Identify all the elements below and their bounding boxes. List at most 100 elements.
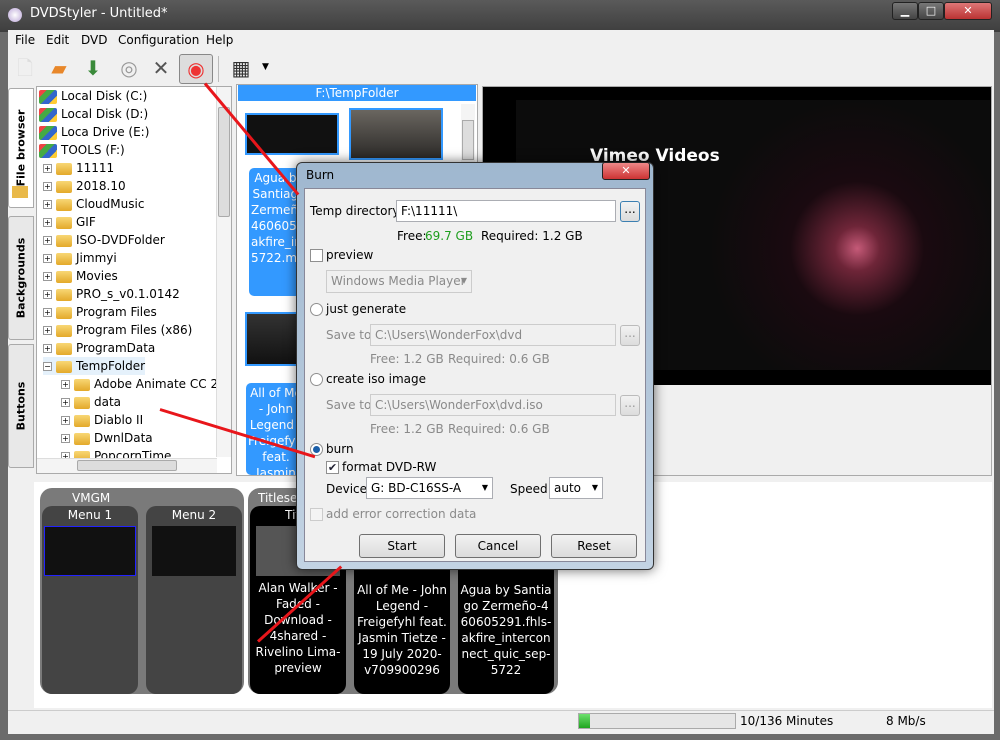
- disc-usage-progress: [578, 713, 736, 729]
- tree-item-label: Jimmyi: [76, 251, 117, 265]
- generate-browse-button[interactable]: ...: [620, 325, 640, 346]
- menu-thumbnail: [44, 526, 136, 576]
- expand-icon[interactable]: +: [61, 380, 70, 389]
- tree-item[interactable]: + CloudMusic: [43, 195, 144, 213]
- tree-vscrollbar[interactable]: [216, 87, 231, 457]
- tree-item[interactable]: + ISO-DVDFolder: [43, 231, 165, 249]
- folder-icon: [74, 378, 90, 391]
- tree-item[interactable]: +11111: [43, 159, 114, 177]
- tree-item[interactable]: +2018.10: [43, 177, 126, 195]
- expand-icon[interactable]: +: [61, 416, 70, 425]
- generate-path-input[interactable]: C:\Users\WonderFox\dvd: [370, 324, 616, 346]
- player-select[interactable]: Windows Media Player ▼: [326, 270, 472, 293]
- error-correction-checkbox[interactable]: [310, 508, 323, 521]
- expand-icon[interactable]: +: [61, 434, 70, 443]
- title-name: All of Me - John Legend - Freigefyhl fea…: [357, 583, 447, 677]
- expand-icon[interactable]: +: [43, 254, 52, 263]
- tree-item-label: Local Disk (C:): [61, 89, 148, 103]
- dialog-close-button[interactable]: ✕: [602, 162, 650, 180]
- tree-item[interactable]: + Jimmyi: [43, 249, 117, 267]
- menu-edit[interactable]: Edit: [46, 33, 69, 47]
- video-thumbnail[interactable]: [349, 108, 443, 160]
- temp-directory-input[interactable]: F:\11111\: [396, 200, 616, 222]
- open-icon[interactable]: ▰: [44, 54, 74, 84]
- settings-disc-icon[interactable]: ◎: [114, 54, 144, 84]
- tree-item[interactable]: TOOLS (F:): [39, 141, 125, 159]
- tree-item-label: PRO_s_v0.1.0142: [76, 287, 180, 301]
- expand-icon[interactable]: +: [43, 164, 52, 173]
- cancel-button[interactable]: Cancel: [455, 534, 541, 558]
- drive-icon: [39, 107, 57, 122]
- start-button[interactable]: Start: [359, 534, 445, 558]
- folder-icon: [56, 180, 72, 193]
- new-icon[interactable]: 🗋: [10, 54, 40, 84]
- create-iso-label: create iso image: [326, 372, 427, 386]
- add-video-icon[interactable]: ▦: [226, 54, 256, 84]
- tree-item[interactable]: + data: [61, 393, 121, 411]
- tree-item[interactable]: Local Disk (C:): [39, 87, 147, 105]
- tree-item[interactable]: + GIF: [43, 213, 96, 231]
- device-label: Device:: [326, 482, 372, 496]
- expand-icon[interactable]: +: [43, 326, 52, 335]
- save-icon[interactable]: ⬇: [78, 54, 108, 84]
- tree-item[interactable]: − TempFolder: [43, 357, 146, 375]
- tree-item[interactable]: Loca Drive (E:): [39, 123, 149, 141]
- tree-item[interactable]: Local Disk (D:): [39, 105, 148, 123]
- preview-checkbox[interactable]: [310, 249, 323, 262]
- tree-item[interactable]: + Diablo II: [61, 411, 143, 429]
- minimize-button[interactable]: ▁: [892, 2, 918, 20]
- menu-file[interactable]: File: [15, 33, 35, 47]
- tree-item-label: 2018.10: [76, 179, 126, 193]
- expand-icon[interactable]: +: [61, 398, 70, 407]
- tree-item[interactable]: + Program Files: [43, 303, 157, 321]
- menu-card[interactable]: Menu 2: [146, 506, 242, 694]
- tree-item[interactable]: + Program Files (x86): [43, 321, 192, 339]
- menu-configuration[interactable]: Configuration: [118, 33, 199, 47]
- tree-item[interactable]: + Movies: [43, 267, 118, 285]
- expand-icon[interactable]: +: [43, 344, 52, 353]
- menu-bar: File Edit DVD Configuration Help: [8, 30, 994, 50]
- expand-icon[interactable]: −: [43, 362, 52, 371]
- expand-icon[interactable]: +: [43, 308, 52, 317]
- speed-label: Speed:: [510, 482, 552, 496]
- tab-backgrounds[interactable]: Backgrounds: [8, 216, 34, 340]
- expand-icon[interactable]: +: [43, 290, 52, 299]
- expand-icon[interactable]: +: [43, 218, 52, 227]
- iso-save-to-label: Save to:: [326, 398, 376, 412]
- tree-item-label: Loca Drive (E:): [61, 125, 150, 139]
- bitrate-readout: 8 Mb/s: [886, 714, 926, 728]
- add-video-dropdown[interactable]: ▼: [262, 62, 269, 72]
- file-tree[interactable]: Local Disk (C:) Local Disk (D:) Loca Drive…: [36, 86, 232, 474]
- tree-item[interactable]: + DwnlData: [61, 429, 153, 447]
- menu-card[interactable]: Menu 1: [42, 506, 138, 694]
- reset-button[interactable]: Reset: [551, 534, 637, 558]
- tree-item[interactable]: + ProgramData: [43, 339, 155, 357]
- expand-icon[interactable]: +: [43, 182, 52, 191]
- format-dvd-rw-checkbox[interactable]: ✔: [326, 461, 339, 474]
- create-iso-radio[interactable]: [310, 373, 323, 386]
- iso-path-input[interactable]: C:\Users\WonderFox\dvd.iso: [370, 394, 616, 416]
- tree-item-label: 11111: [76, 161, 115, 175]
- menu-thumbnail: [152, 526, 236, 576]
- just-generate-radio[interactable]: [310, 303, 323, 316]
- tools-icon[interactable]: ✕: [146, 54, 176, 84]
- expand-icon[interactable]: +: [43, 272, 52, 281]
- menu-dvd[interactable]: DVD: [81, 33, 107, 47]
- speed-select[interactable]: auto ▼: [549, 477, 603, 499]
- device-select[interactable]: G: BD-C16SS-A ▼: [366, 477, 493, 499]
- tab-buttons[interactable]: Buttons: [8, 344, 34, 468]
- tree-item[interactable]: + Adobe Animate CC 20: [61, 375, 226, 393]
- tree-hscrollbar[interactable]: [37, 458, 217, 473]
- burn-icon[interactable]: ◉: [179, 54, 213, 84]
- window-title: DVDStyler - Untitled*: [30, 6, 168, 21]
- iso-browse-button[interactable]: ...: [620, 395, 640, 416]
- expand-icon[interactable]: +: [43, 236, 52, 245]
- maximize-button[interactable]: □: [918, 2, 944, 20]
- menu-help[interactable]: Help: [206, 33, 233, 47]
- folder-tab-icon[interactable]: [8, 180, 34, 210]
- tree-item[interactable]: + PRO_s_v0.1.0142: [43, 285, 180, 303]
- expand-icon[interactable]: +: [43, 200, 52, 209]
- close-button[interactable]: ✕: [944, 2, 992, 20]
- temp-browse-button[interactable]: ...: [620, 201, 640, 222]
- folder-icon: [74, 396, 90, 409]
